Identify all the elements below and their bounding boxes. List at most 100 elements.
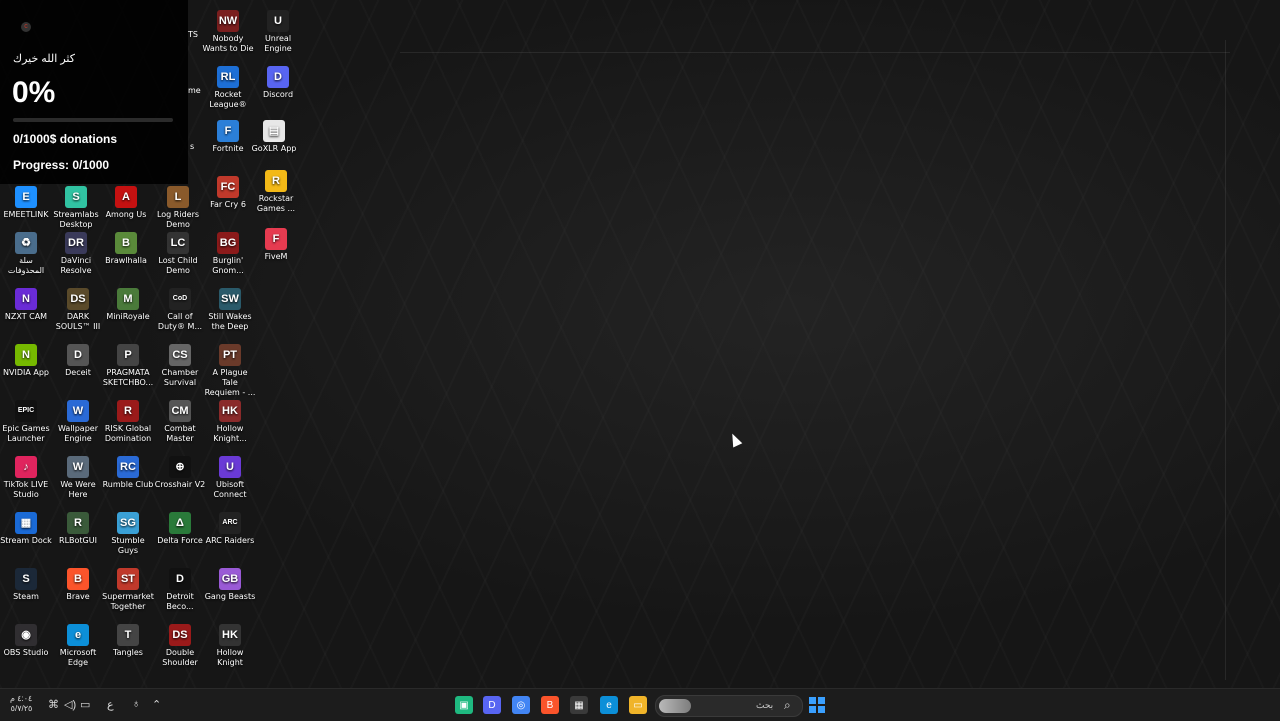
desktop-shortcut[interactable]: GB Gang Beasts	[204, 568, 256, 602]
fivem-icon: F	[265, 228, 287, 250]
desktop-shortcut[interactable]: SW Still Wakes the Deep	[204, 288, 256, 332]
desktop-shortcut[interactable]: CM Combat Master	[154, 400, 206, 444]
desktop-shortcut[interactable]: R RLBotGUI	[52, 512, 104, 546]
desktop-shortcut-label: Epic Games Launcher	[2, 424, 50, 443]
desktop-shortcut[interactable]: A Among Us	[100, 186, 152, 220]
desktop-shortcut-label: PRAGMATA SKETCHBO...	[102, 368, 154, 387]
desktop-shortcut[interactable]: EPIC Epic Games Launcher	[0, 400, 52, 444]
desktop-shortcut[interactable]: e Microsoft Edge	[52, 624, 104, 668]
hollow-knight-silksong-icon: HK	[219, 400, 241, 422]
desktop-shortcut[interactable]: ST Supermarket Together	[102, 568, 154, 612]
desktop-shortcut-label: Still Wakes the Deep	[208, 312, 252, 331]
desktop-shortcut[interactable]: DS DARK SOULS™ III	[52, 288, 104, 332]
desktop-shortcut[interactable]: SG Stumble Guys	[102, 512, 154, 556]
gang-beasts-icon: GB	[219, 568, 241, 590]
windows-start-icon[interactable]	[808, 696, 826, 714]
dark-souls-icon: DS	[67, 288, 89, 310]
double-shoulder-icon: DS	[169, 624, 191, 646]
desktop-shortcut[interactable]: S Steam	[0, 568, 52, 602]
desktop-shortcut[interactable]: W Wallpaper Engine	[52, 400, 104, 444]
desktop-shortcut[interactable]: D Detroit Beco...	[154, 568, 206, 612]
desktop-shortcut[interactable]: DS Double Shoulder	[154, 624, 206, 668]
language-indicator[interactable]: ع	[107, 698, 114, 711]
network-icon[interactable]: ⌘	[48, 698, 59, 711]
taskbar: ٤:٠٤ م ٥/٧/٢٥ ⌘ ◁) ▭ ع ♁ ⌃ ▣ D ◎ B ▦ e ▭ بحث ⌕	[0, 688, 1280, 721]
desktop-shortcut[interactable]: Δ Delta Force	[154, 512, 206, 546]
desktop-shortcut[interactable]: CS Chamber Survival	[154, 344, 206, 388]
volume-icon[interactable]: ◁)	[64, 698, 76, 711]
desktop-shortcut[interactable]: D Deceit	[52, 344, 104, 378]
tiktok-live-studio-icon: ♪	[15, 456, 37, 478]
file-explorer-icon[interactable]: ▭	[629, 696, 647, 714]
desktop-shortcut-label: Log Riders Demo	[156, 210, 200, 229]
chrome-icon[interactable]: ◎	[512, 696, 530, 714]
desktop-shortcut-label: FiveM	[264, 252, 288, 261]
fortnite-icon: F	[217, 120, 239, 142]
desktop-shortcut-label: Combat Master	[164, 424, 196, 443]
search-icon: ⌕	[784, 698, 791, 712]
terminal-icon[interactable]: ▣	[455, 696, 473, 714]
chevron-up-icon[interactable]: ⌃	[152, 698, 161, 711]
desktop-shortcut-label: Nobody Wants to Die	[202, 34, 254, 53]
desktop-shortcut[interactable]: LC Lost Child Demo	[152, 232, 204, 276]
desktop-shortcut[interactable]: BG Burglin' Gnom...	[202, 232, 254, 276]
desktop-shortcut-label: Crosshair V2	[154, 480, 206, 489]
discord-taskbar-icon[interactable]: D	[483, 696, 501, 714]
desktop-shortcut[interactable]: ▦ Stream Dock	[0, 512, 52, 546]
desktop-shortcut-label: Supermarket Together	[102, 592, 154, 611]
desktop-shortcut[interactable]: D Discord	[252, 66, 304, 100]
desktop-shortcut[interactable]: R RISK Global Domination	[102, 400, 154, 444]
desktop-shortcut[interactable]: FC Far Cry 6	[202, 176, 254, 210]
desktop-shortcut[interactable]: P PRAGMATA SKETCHBO...	[102, 344, 154, 388]
donation-progress-bar	[13, 118, 173, 122]
desktop-shortcut[interactable]: L Log Riders Demo	[152, 186, 204, 230]
desktop-shortcut[interactable]: ARC ARC Raiders	[204, 512, 256, 546]
desktop-shortcut[interactable]: R Rockstar Games ...	[250, 170, 302, 214]
microphone-icon[interactable]: ♁	[132, 698, 140, 710]
ubisoft-connect-icon: U	[219, 456, 241, 478]
desktop-shortcut[interactable]: T Tangles	[102, 624, 154, 658]
desktop-shortcut[interactable]: S Streamlabs Desktop	[50, 186, 102, 230]
desktop-shortcut[interactable]: B Brawlhalla	[100, 232, 152, 266]
desktop-shortcut[interactable]: U Ubisoft Connect	[204, 456, 256, 500]
desktop-shortcut-label: Gang Beasts	[204, 592, 256, 601]
microsoft-store-icon[interactable]: ▦	[570, 696, 588, 714]
desktop-shortcut[interactable]: N NZXT CAM	[0, 288, 52, 322]
desktop-shortcut[interactable]: B Brave	[52, 568, 104, 602]
desktop-shortcut[interactable]: N NVIDIA App	[0, 344, 52, 378]
desktop-shortcut[interactable]: ▤ GoXLR App	[248, 120, 300, 154]
desktop-shortcut-label: Rocket League®	[209, 90, 247, 109]
desktop-shortcut[interactable]: HK Hollow Knight...	[204, 400, 256, 444]
desktop-shortcut[interactable]: RC Rumble Club	[102, 456, 154, 490]
desktop-shortcut-label: Lost Child Demo	[158, 256, 198, 275]
search-placeholder: بحث	[756, 700, 774, 710]
desktop-shortcut[interactable]: ⊕ Crosshair V2	[154, 456, 206, 490]
desktop-shortcut[interactable]: ♻ سلة المحذوفات	[0, 232, 52, 276]
desktop-shortcut-label: Fortnite	[212, 144, 244, 153]
taskbar-clock[interactable]: ٤:٠٤ م ٥/٧/٢٥	[10, 694, 32, 714]
edge-taskbar-icon[interactable]: e	[600, 696, 618, 714]
log-riders-icon: L	[167, 186, 189, 208]
wallpaper-engine-icon: W	[67, 400, 89, 422]
brave-taskbar-icon[interactable]: B	[541, 696, 559, 714]
desktop-shortcut-label: TikTok LIVE Studio	[3, 480, 49, 499]
desktop-shortcut[interactable]: F Fortnite	[202, 120, 254, 154]
desktop-shortcut[interactable]: ♪ TikTok LIVE Studio	[0, 456, 52, 500]
desktop-shortcut[interactable]: W We Were Here	[52, 456, 104, 500]
display-icon[interactable]: ▭	[80, 698, 90, 711]
clock-date: ٥/٧/٢٥	[10, 704, 33, 713]
desktop-shortcut[interactable]: F FiveM	[250, 228, 302, 262]
taskbar-search[interactable]: بحث ⌕	[655, 695, 803, 717]
nzxt-cam-icon: N	[15, 288, 37, 310]
desktop-shortcut[interactable]: PT A Plague Tale Requiem - ...	[204, 344, 256, 398]
desktop-shortcut[interactable]: NW Nobody Wants to Die	[202, 10, 254, 54]
desktop-shortcut[interactable]: E EMEETLINK	[0, 186, 52, 220]
desktop-shortcut[interactable]: CoD Call of Duty® M...	[154, 288, 206, 332]
desktop-shortcut[interactable]: ◉ OBS Studio	[0, 624, 52, 658]
desktop-shortcut[interactable]: DR DaVinci Resolve	[50, 232, 102, 276]
pragmata-icon: P	[117, 344, 139, 366]
desktop-shortcut[interactable]: HK Hollow Knight	[204, 624, 256, 668]
desktop-shortcut[interactable]: RL Rocket League®	[202, 66, 254, 110]
desktop-shortcut[interactable]: U Unreal Engine	[252, 10, 304, 54]
desktop-shortcut[interactable]: M MiniRoyale	[102, 288, 154, 322]
